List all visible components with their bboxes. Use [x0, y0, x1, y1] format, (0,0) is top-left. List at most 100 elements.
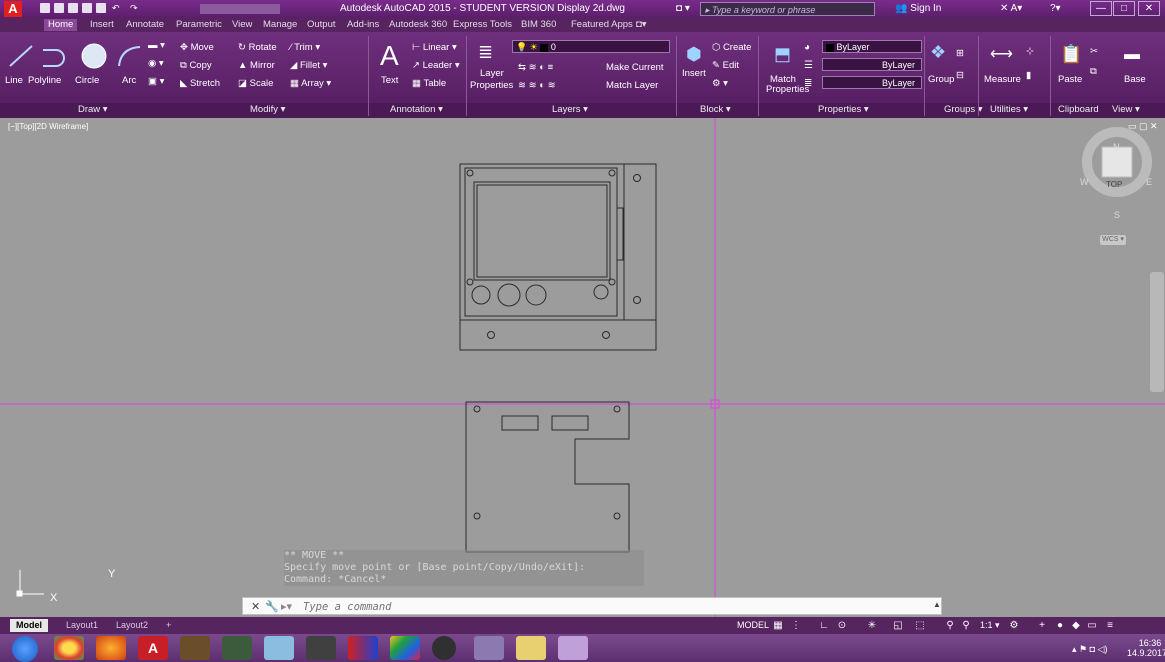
- add-layout-button[interactable]: +: [160, 619, 177, 632]
- layer-tools-row1[interactable]: ⇆ ≋ ◐ ≡: [518, 62, 553, 73]
- fillet-button[interactable]: ◢ Fillet ▾: [290, 60, 327, 71]
- hatch-icon[interactable]: ◉ ▾: [148, 58, 164, 69]
- mirror-button[interactable]: ▲ Mirror: [238, 60, 275, 71]
- copy-button[interactable]: ⧉ Copy: [180, 60, 212, 71]
- tab-layout1[interactable]: Layout1: [60, 619, 104, 632]
- grid-icon[interactable]: ▦: [772, 620, 784, 631]
- circle-button[interactable]: Circle: [75, 75, 99, 86]
- viewcube-east-label[interactable]: E: [1146, 177, 1152, 187]
- app-icon[interactable]: [348, 636, 378, 660]
- cut-icon[interactable]: ✂: [1090, 46, 1098, 57]
- app-icon[interactable]: [390, 636, 420, 660]
- isodraft-icon[interactable]: ✳: [866, 620, 878, 631]
- tab-view[interactable]: View: [228, 19, 256, 31]
- annotation-scale-dropdown[interactable]: 1:1 ▾: [980, 620, 1000, 631]
- tab-add-ins[interactable]: Add-ins: [343, 19, 383, 31]
- modify-panel-title[interactable]: Modify ▾: [250, 104, 285, 118]
- stretch-button[interactable]: ◣ Stretch: [180, 78, 220, 89]
- save-icon[interactable]: [68, 3, 78, 13]
- tab-annotate[interactable]: Annotate: [122, 19, 168, 31]
- annotation-visibility-icon[interactable]: ⚲: [944, 620, 956, 631]
- insert-block-icon[interactable]: ⬢: [686, 44, 702, 65]
- redo-icon[interactable]: ↷: [130, 3, 140, 13]
- close-button[interactable]: ✕: [1138, 1, 1160, 16]
- snap-icon[interactable]: ⋮: [790, 620, 802, 631]
- draw-panel-title[interactable]: Draw ▾: [78, 104, 108, 118]
- clipboard-panel-title[interactable]: Clipboard: [1058, 104, 1099, 118]
- base-button[interactable]: Base: [1124, 74, 1146, 85]
- line-icon[interactable]: [8, 44, 34, 68]
- polar-icon[interactable]: ⊙: [836, 620, 848, 631]
- linetype-dropdown[interactable]: ByLayer: [822, 58, 922, 71]
- customization-icon[interactable]: ≡: [1104, 620, 1116, 631]
- tab-featured-apps[interactable]: Featured Apps: [567, 19, 637, 31]
- create-block-button[interactable]: ⬡ Create: [712, 42, 751, 53]
- display-icon[interactable]: ◘ ▾: [676, 3, 690, 14]
- properties-panel-title[interactable]: Properties ▾: [818, 104, 869, 118]
- match-layer-button[interactable]: Match Layer: [606, 80, 658, 91]
- annotation-scale-icon[interactable]: ⚲: [960, 620, 972, 631]
- tab-manage[interactable]: Manage: [259, 19, 301, 31]
- clean-screen-icon[interactable]: ▭: [1086, 620, 1098, 631]
- exchange-icon[interactable]: ✕ A▾: [1000, 3, 1022, 14]
- plot-icon[interactable]: [96, 3, 106, 13]
- help-icon[interactable]: ?▾: [1050, 3, 1061, 14]
- block-attribute-icon[interactable]: ⚙ ▾: [712, 78, 728, 89]
- tab-autodesk-360[interactable]: Autodesk 360: [385, 19, 451, 31]
- groups-panel-title[interactable]: Groups ▾: [944, 104, 983, 118]
- firefox-icon[interactable]: [96, 636, 126, 660]
- viewcube-top-label[interactable]: TOP: [1106, 180, 1122, 189]
- lineweight-dropdown[interactable]: ByLayer: [822, 76, 922, 89]
- match-properties-icon[interactable]: ⬒: [774, 44, 791, 65]
- start-button-icon[interactable]: [12, 636, 38, 662]
- color-dropdown[interactable]: ByLayer: [822, 40, 922, 53]
- array-button[interactable]: ▦ Array ▾: [290, 78, 331, 89]
- paste-icon[interactable]: 📋: [1060, 44, 1082, 65]
- measure-icon[interactable]: ⟷: [990, 44, 1013, 64]
- layer-dropdown[interactable]: 💡 ☀ 0: [512, 40, 670, 53]
- arc-button[interactable]: Arc: [122, 75, 136, 86]
- block-panel-title[interactable]: Block ▾: [700, 104, 731, 118]
- tab-bim-360[interactable]: BIM 360: [517, 19, 560, 31]
- line-button[interactable]: Line: [5, 75, 23, 86]
- tab-home[interactable]: Home: [44, 19, 78, 31]
- command-input[interactable]: [301, 599, 865, 615]
- calculator-icon[interactable]: ▮: [1026, 70, 1031, 81]
- tab-parametric[interactable]: Parametric: [172, 19, 226, 31]
- minimize-button[interactable]: —: [1090, 1, 1112, 16]
- display-back-view[interactable]: [465, 401, 630, 553]
- plus-icon[interactable]: +: [1036, 620, 1048, 631]
- group-button[interactable]: Group: [928, 74, 954, 85]
- table-button[interactable]: ▦ Table: [412, 78, 446, 89]
- paint-icon[interactable]: [558, 636, 588, 660]
- ortho-icon[interactable]: ∟: [818, 620, 830, 631]
- linear-button[interactable]: ⊢ Linear ▾: [412, 42, 457, 53]
- command-prompt-icon[interactable]: ▸▾: [281, 600, 292, 613]
- paste-button[interactable]: Paste: [1058, 74, 1082, 85]
- layer-properties-button[interactable]: Layer: [480, 68, 504, 79]
- close-command-icon[interactable]: ✕: [251, 600, 260, 613]
- undo-icon[interactable]: ↶: [112, 3, 122, 13]
- app-icon[interactable]: [222, 636, 252, 660]
- trim-button[interactable]: ⁄ Trim ▾: [290, 42, 320, 53]
- navigation-bar[interactable]: [1150, 272, 1164, 392]
- utilities-panel-title[interactable]: Utilities ▾: [990, 104, 1028, 118]
- ungroup-icon[interactable]: ⊞: [956, 48, 964, 59]
- arc-icon[interactable]: [116, 44, 142, 68]
- autocad-taskbar-icon[interactable]: A: [138, 636, 168, 660]
- move-button[interactable]: ✥ Move: [180, 42, 214, 53]
- display-front-view[interactable]: [459, 163, 657, 351]
- make-current-button[interactable]: Make Current: [606, 62, 664, 73]
- layers-panel-title[interactable]: Layers ▾: [552, 104, 588, 118]
- system-tray-icons[interactable]: ▴ ⚑ ◘ ◁): [1072, 644, 1107, 655]
- app-icon[interactable]: [432, 636, 456, 660]
- tab-layout2[interactable]: Layout2: [110, 619, 154, 632]
- osnap-icon[interactable]: ◱: [892, 620, 904, 631]
- insert-button[interactable]: Insert: [682, 68, 706, 79]
- text-button[interactable]: Text: [381, 75, 398, 86]
- workspace-dropdown[interactable]: [200, 4, 280, 14]
- history-dropdown-icon[interactable]: ▲: [933, 600, 941, 609]
- group-edit-icon[interactable]: ⊟: [956, 70, 964, 81]
- measure-button[interactable]: Measure: [984, 74, 1021, 85]
- file-explorer-icon[interactable]: [516, 636, 546, 660]
